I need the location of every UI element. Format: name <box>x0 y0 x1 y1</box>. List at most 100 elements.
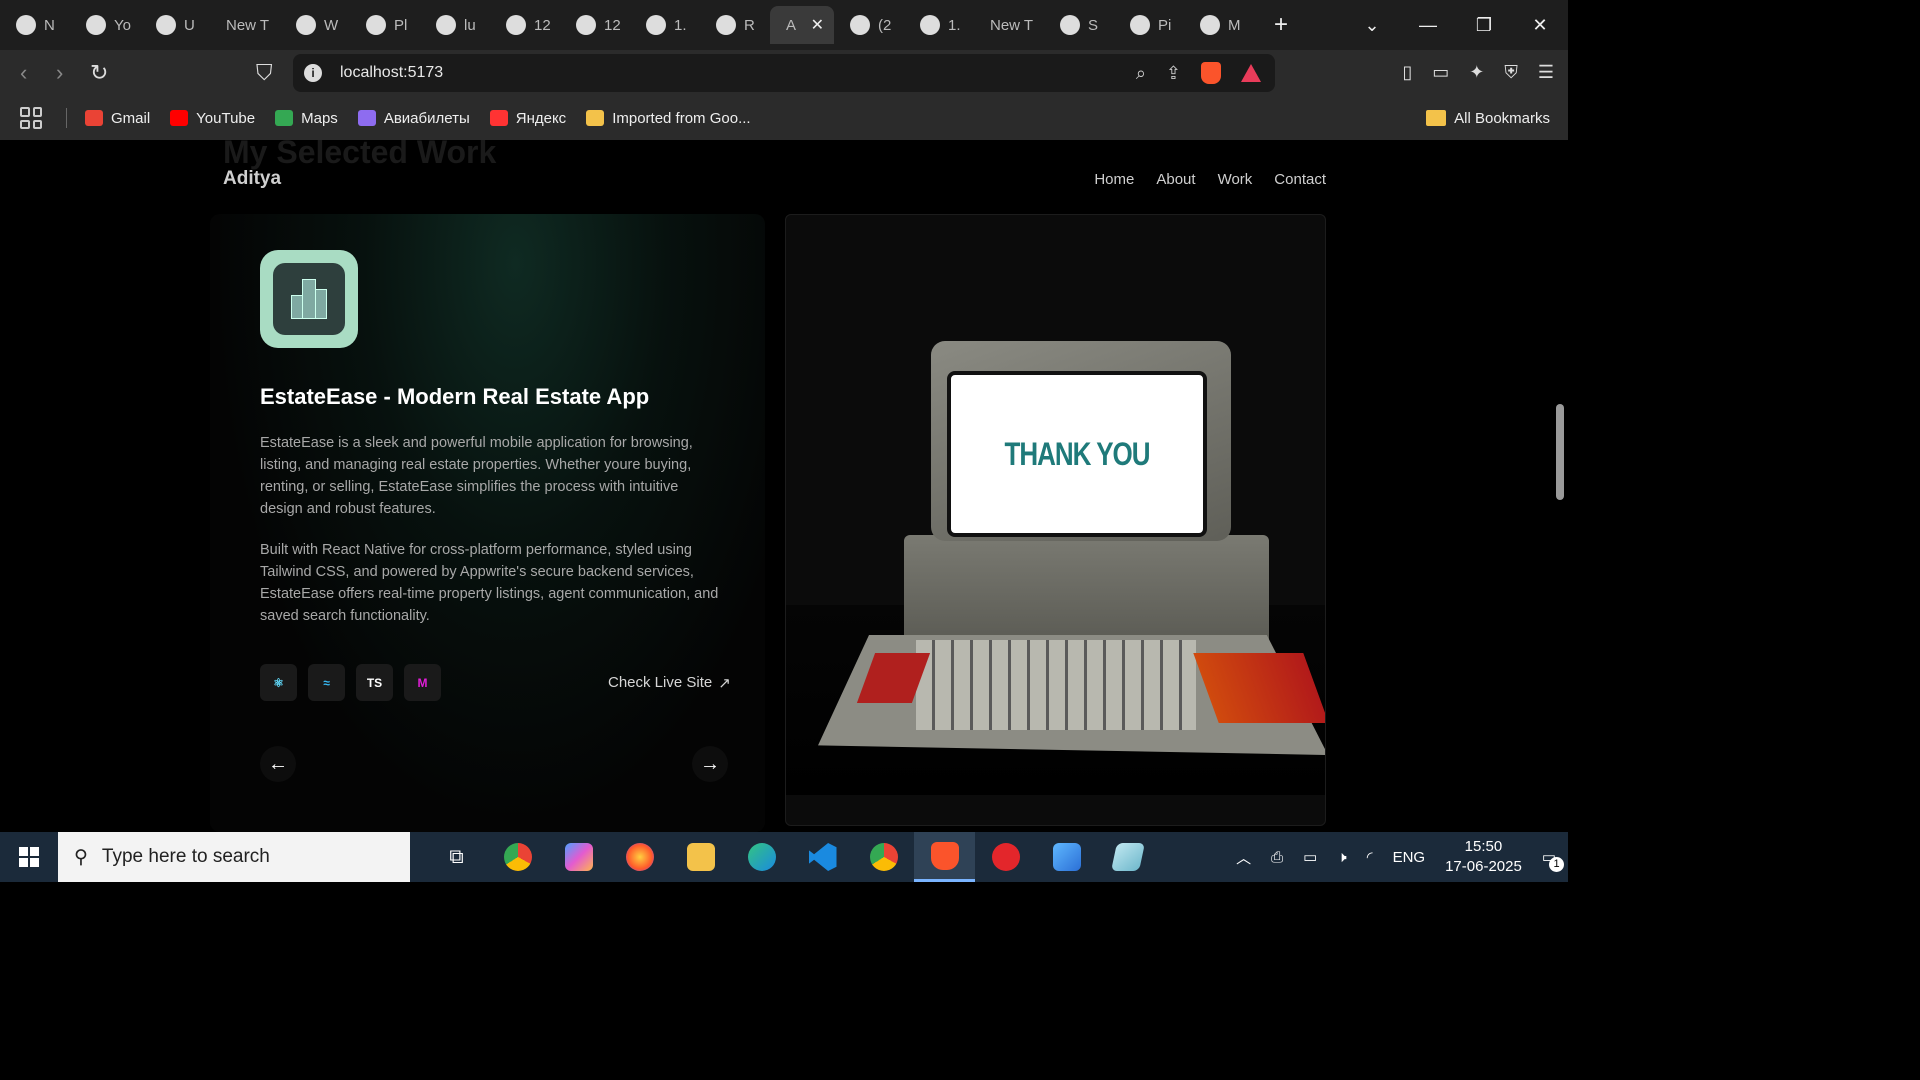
tab-8[interactable]: 12 <box>560 6 630 44</box>
task-view-button[interactable]: ⧉ <box>426 832 487 882</box>
minimize-button[interactable]: — <box>1400 15 1456 36</box>
next-project-button[interactable]: → <box>692 746 728 782</box>
photos-icon <box>1052 843 1081 871</box>
forward-button[interactable]: › <box>56 60 63 86</box>
computer-3d-canvas[interactable]: THANK YOU <box>785 214 1326 826</box>
scrollbar-thumb[interactable] <box>1556 404 1564 500</box>
vpn-icon[interactable]: ⛨ <box>1504 62 1518 83</box>
taskbar-brave[interactable] <box>914 832 975 882</box>
bookmark-item[interactable]: YouTube <box>170 110 255 127</box>
taskbar-chrome[interactable] <box>487 832 548 882</box>
new-tab-button[interactable]: + <box>1274 11 1288 39</box>
tab-12[interactable]: (2 <box>834 6 904 44</box>
tab-5[interactable]: Pl <box>350 6 420 44</box>
tab-title: S <box>1088 16 1099 34</box>
bookmark-item[interactable]: Maps <box>275 110 338 127</box>
taskbar-notepad[interactable] <box>1097 832 1158 882</box>
nav-contact[interactable]: Contact <box>1274 171 1326 188</box>
bookmarks-separator <box>66 108 67 128</box>
bookmark-item[interactable]: Яндекс <box>489 110 566 127</box>
tab-title: U <box>184 16 195 34</box>
building-icon <box>291 279 327 319</box>
wallet-icon[interactable]: ▭ <box>1432 62 1449 83</box>
nav-home[interactable]: Home <box>1094 171 1134 188</box>
taskbar-photos[interactable] <box>1036 832 1097 882</box>
language-indicator[interactable]: ENG <box>1393 849 1426 866</box>
project-tech-description: Built with React Native for cross-platfo… <box>260 542 719 624</box>
bookmark-icon[interactable]: ⛉ <box>256 60 273 86</box>
nav-about[interactable]: About <box>1156 171 1195 188</box>
restore-button[interactable]: ❐ <box>1456 15 1512 36</box>
page-scrollbar[interactable] <box>1552 140 1568 832</box>
taskbar-edge[interactable] <box>731 832 792 882</box>
prev-project-button[interactable]: ← <box>260 746 296 782</box>
github-icon <box>436 15 456 35</box>
tab-17[interactable]: M <box>1184 6 1254 44</box>
taskbar-chrome-profile[interactable] <box>853 832 914 882</box>
tab-1[interactable]: Yo <box>70 6 140 44</box>
tab-11[interactable]: A ✕ <box>770 6 834 44</box>
tab-title: W <box>324 16 339 34</box>
tab-13[interactable]: 1. <box>904 6 974 44</box>
tab-2[interactable]: U <box>140 6 210 44</box>
volume-muted-icon[interactable]: 🕨 <box>1337 849 1346 866</box>
url-text[interactable]: localhost:5173 <box>340 64 443 82</box>
battery-icon[interactable]: ▭ <box>1303 848 1317 866</box>
taskbar-file-explorer[interactable] <box>670 832 731 882</box>
bookmark-label: Авиабилеты <box>383 109 470 127</box>
share-icon[interactable]: ⇪ <box>1166 63 1181 84</box>
back-button[interactable]: ‹ <box>20 60 27 86</box>
tab-7[interactable]: 12 <box>490 6 560 44</box>
taskbar-firefox[interactable] <box>609 832 670 882</box>
wifi-icon[interactable]: ◜ <box>1367 848 1373 866</box>
bookmark-item[interactable]: Imported from Goo... <box>586 110 751 127</box>
brave-rewards-icon[interactable] <box>1241 64 1261 82</box>
check-live-site-link[interactable]: Check Live Site ↗ <box>608 674 731 692</box>
menu-icon[interactable]: ☰ <box>1538 62 1554 83</box>
tab-14[interactable]: New T <box>974 6 1044 44</box>
tab-title: 1. <box>674 16 687 34</box>
bookmark-item[interactable]: Gmail <box>85 110 150 127</box>
taskbar-vscode[interactable] <box>792 832 853 882</box>
github-icon <box>86 15 106 35</box>
tab-title: Pl <box>394 16 408 34</box>
taskbar-app-red[interactable] <box>975 832 1036 882</box>
zoom-icon[interactable]: ⌕ <box>1136 63 1146 84</box>
site-logo[interactable]: Aditya <box>223 168 281 190</box>
tab-0[interactable]: N <box>0 6 70 44</box>
apps-icon[interactable] <box>20 107 42 129</box>
site-info-icon[interactable]: i <box>304 64 322 82</box>
address-bar[interactable]: i localhost:5173 ⌕ ⇪ <box>293 54 1275 92</box>
close-window-button[interactable]: ✕ <box>1512 15 1568 36</box>
bookmarks-bar: Gmail YouTube Maps Авиабилеты Яндекс Imported… <box>0 96 1568 140</box>
tab-title: Yo <box>114 16 131 34</box>
nav-work[interactable]: Work <box>1218 171 1253 188</box>
taskbar-search[interactable]: ⚲ Type here to search <box>58 832 410 882</box>
clock[interactable]: 15:50 17-06-2025 <box>1445 837 1522 877</box>
taskbar-copilot[interactable] <box>548 832 609 882</box>
bookmark-favicon-icon <box>275 110 294 126</box>
tab-9[interactable]: 1. <box>630 6 700 44</box>
clock-time: 15:50 <box>1464 838 1503 855</box>
start-button[interactable] <box>0 832 58 882</box>
brave-shields-icon[interactable] <box>1201 62 1221 84</box>
sidebar-icon[interactable]: ▯ <box>1402 62 1412 83</box>
browser-toolbar: ‹ › ↻ ⛉ i localhost:5173 ⌕ ⇪ ▯ ▭ ✦ ⛨ ☰ <box>0 50 1568 96</box>
all-bookmarks-button[interactable]: All Bookmarks <box>1426 110 1550 127</box>
leo-ai-icon[interactable]: ✦ <box>1469 62 1484 83</box>
meet-now-icon[interactable]: ⎙ <box>1271 849 1283 866</box>
bars-icon <box>646 15 666 35</box>
notification-center-button[interactable]: ▭ 1 <box>1542 848 1564 872</box>
chevron-up-icon[interactable]: ︿ <box>1236 847 1251 868</box>
tab-3[interactable]: New T <box>210 6 280 44</box>
reload-button[interactable]: ↻ <box>90 60 108 86</box>
bookmark-item[interactable]: Авиабилеты <box>357 109 470 127</box>
tab-15[interactable]: S <box>1044 6 1114 44</box>
tab-6[interactable]: lu <box>420 6 490 44</box>
tab-search-chevron-icon[interactable]: ⌄ <box>1344 15 1400 36</box>
tab-10[interactable]: R <box>700 6 770 44</box>
tab-4[interactable]: W <box>280 6 350 44</box>
pngsvg-icon <box>366 15 386 35</box>
tab-16[interactable]: Pi <box>1114 6 1184 44</box>
close-tab-icon[interactable]: ✕ <box>811 15 824 35</box>
